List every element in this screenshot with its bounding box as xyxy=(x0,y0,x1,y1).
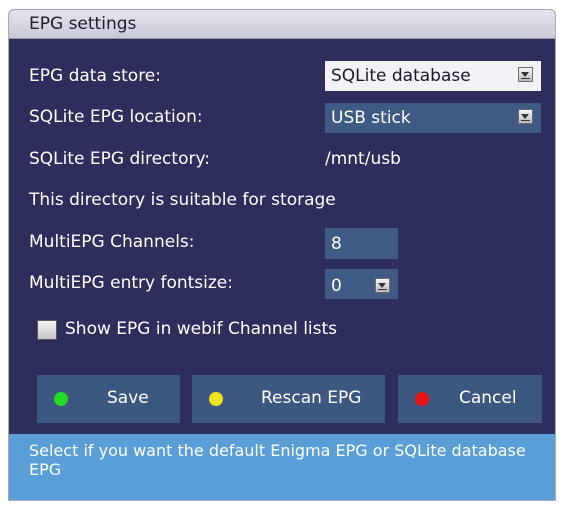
cancel-button-label: Cancel xyxy=(459,388,517,408)
location-select[interactable]: USB stick xyxy=(325,103,541,133)
webif-channel-lists-label: Show EPG in webif Channel lists xyxy=(65,319,338,339)
data-store-label: EPG data store: xyxy=(29,66,161,86)
multiepg-fontsize-value: 0 xyxy=(331,276,342,296)
help-text: Select if you want the default Enigma EP… xyxy=(29,441,526,479)
directory-value[interactable]: /mnt/usb xyxy=(325,149,401,169)
chevron-down-icon xyxy=(375,278,390,293)
directory-label: SQLite EPG directory: xyxy=(29,149,211,169)
multiepg-channels-label: MultiEPG Channels: xyxy=(29,232,195,252)
help-bar: Select if you want the default Enigma EP… xyxy=(9,434,555,500)
save-button-label: Save xyxy=(107,388,149,408)
data-store-value: SQLite database xyxy=(331,66,471,86)
location-value: USB stick xyxy=(331,108,411,128)
green-dot-icon xyxy=(54,392,68,406)
yellow-dot-icon xyxy=(209,392,223,406)
location-label: SQLite EPG location: xyxy=(29,107,203,127)
cancel-button[interactable]: Cancel xyxy=(398,375,542,423)
multiepg-fontsize-select[interactable]: 0 xyxy=(325,269,398,299)
multiepg-channels-value: 8 xyxy=(331,234,342,254)
rescan-epg-button[interactable]: Rescan EPG xyxy=(192,375,385,423)
title-bar: EPG settings xyxy=(9,10,555,39)
data-store-select[interactable]: SQLite database xyxy=(325,61,541,91)
webif-channel-lists-checkbox[interactable] xyxy=(37,320,57,340)
save-button[interactable]: Save xyxy=(37,375,180,423)
chevron-down-icon xyxy=(518,67,533,82)
window-title: EPG settings xyxy=(29,14,137,34)
red-dot-icon xyxy=(415,392,429,406)
suitability-note: This directory is suitable for storage xyxy=(29,190,336,210)
rescan-epg-button-label: Rescan EPG xyxy=(261,388,362,408)
multiepg-channels-field[interactable]: 8 xyxy=(325,228,398,259)
chevron-down-icon xyxy=(518,109,533,124)
multiepg-fontsize-label: MultiEPG entry fontsize: xyxy=(29,273,233,293)
epg-settings-window: EPG settings EPG data store: SQLite data… xyxy=(8,9,556,501)
